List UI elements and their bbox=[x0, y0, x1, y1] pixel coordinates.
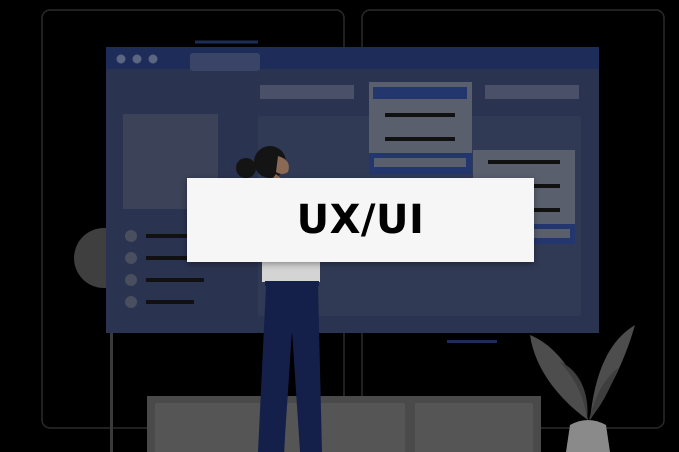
window-tab bbox=[190, 53, 260, 71]
title-text: UX/UI bbox=[296, 197, 425, 243]
plant-illustration bbox=[530, 325, 635, 452]
window-titlebar bbox=[106, 47, 599, 69]
sofa-illustration bbox=[147, 396, 541, 452]
dropdown-menu-illustration bbox=[369, 82, 472, 174]
title-card: UX/UI bbox=[187, 178, 534, 262]
window-control-dots bbox=[116, 54, 158, 64]
